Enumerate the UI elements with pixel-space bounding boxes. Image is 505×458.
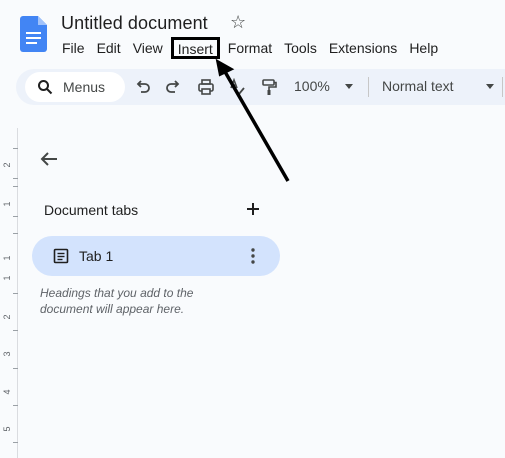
menu-edit[interactable]: Edit — [91, 37, 127, 59]
menu-extensions[interactable]: Extensions — [323, 37, 403, 59]
undo-icon[interactable] — [134, 78, 152, 96]
print-icon[interactable] — [197, 78, 215, 96]
more-vert-icon[interactable] — [244, 246, 262, 266]
menu-view[interactable]: View — [127, 37, 169, 59]
search-menus-button[interactable]: Menus — [25, 72, 125, 102]
toolbar: Menus 100% Normal text — [16, 69, 505, 105]
document-tabs-heading: Document tabs — [44, 202, 139, 218]
star-icon[interactable]: ☆ — [230, 12, 246, 33]
ruler-label: 5 — [2, 426, 12, 432]
paint-format-icon[interactable] — [260, 78, 278, 96]
menu-format[interactable]: Format — [222, 37, 278, 59]
ruler-label: 1 — [2, 201, 12, 207]
menu-help[interactable]: Help — [403, 37, 444, 59]
zoom-select[interactable]: 100% — [294, 78, 330, 94]
back-arrow-icon[interactable] — [38, 148, 60, 170]
ruler-label: 2 — [2, 314, 12, 320]
search-icon — [38, 80, 53, 95]
ruler-label: 2 — [2, 162, 12, 168]
ruler-label: 1 — [2, 255, 12, 261]
add-tab-icon[interactable] — [244, 200, 262, 218]
toolbar-divider — [368, 77, 369, 97]
menu-tools[interactable]: Tools — [278, 37, 323, 59]
paragraph-style-select[interactable]: Normal text — [382, 78, 454, 94]
zoom-chevron-down-icon[interactable] — [345, 84, 353, 89]
document-title[interactable]: Untitled document — [61, 13, 208, 34]
menu-insert[interactable]: Insert — [170, 37, 220, 59]
redo-icon[interactable] — [164, 78, 182, 96]
search-menus-label: Menus — [63, 79, 106, 95]
toolbar-divider — [502, 77, 503, 97]
menu-file[interactable]: File — [56, 37, 91, 59]
outline-empty-hint: Headings that you add to the document wi… — [40, 286, 194, 316]
style-chevron-down-icon[interactable] — [486, 84, 494, 89]
ruler-label: 4 — [2, 389, 12, 395]
spellcheck-icon[interactable] — [228, 78, 246, 96]
vertical-ruler[interactable]: 2 1 1 1 2 3 4 5 — [0, 128, 18, 458]
document-icon — [53, 248, 69, 264]
tab-label: Tab 1 — [79, 248, 114, 264]
docs-logo-icon[interactable] — [20, 16, 47, 52]
ruler-label: 3 — [2, 351, 12, 357]
menu-bar: File Edit View Insert Format Tools Exten… — [56, 37, 444, 59]
ruler-label: 1 — [2, 275, 12, 281]
tab-item-tab-1[interactable]: Tab 1 — [32, 236, 280, 276]
